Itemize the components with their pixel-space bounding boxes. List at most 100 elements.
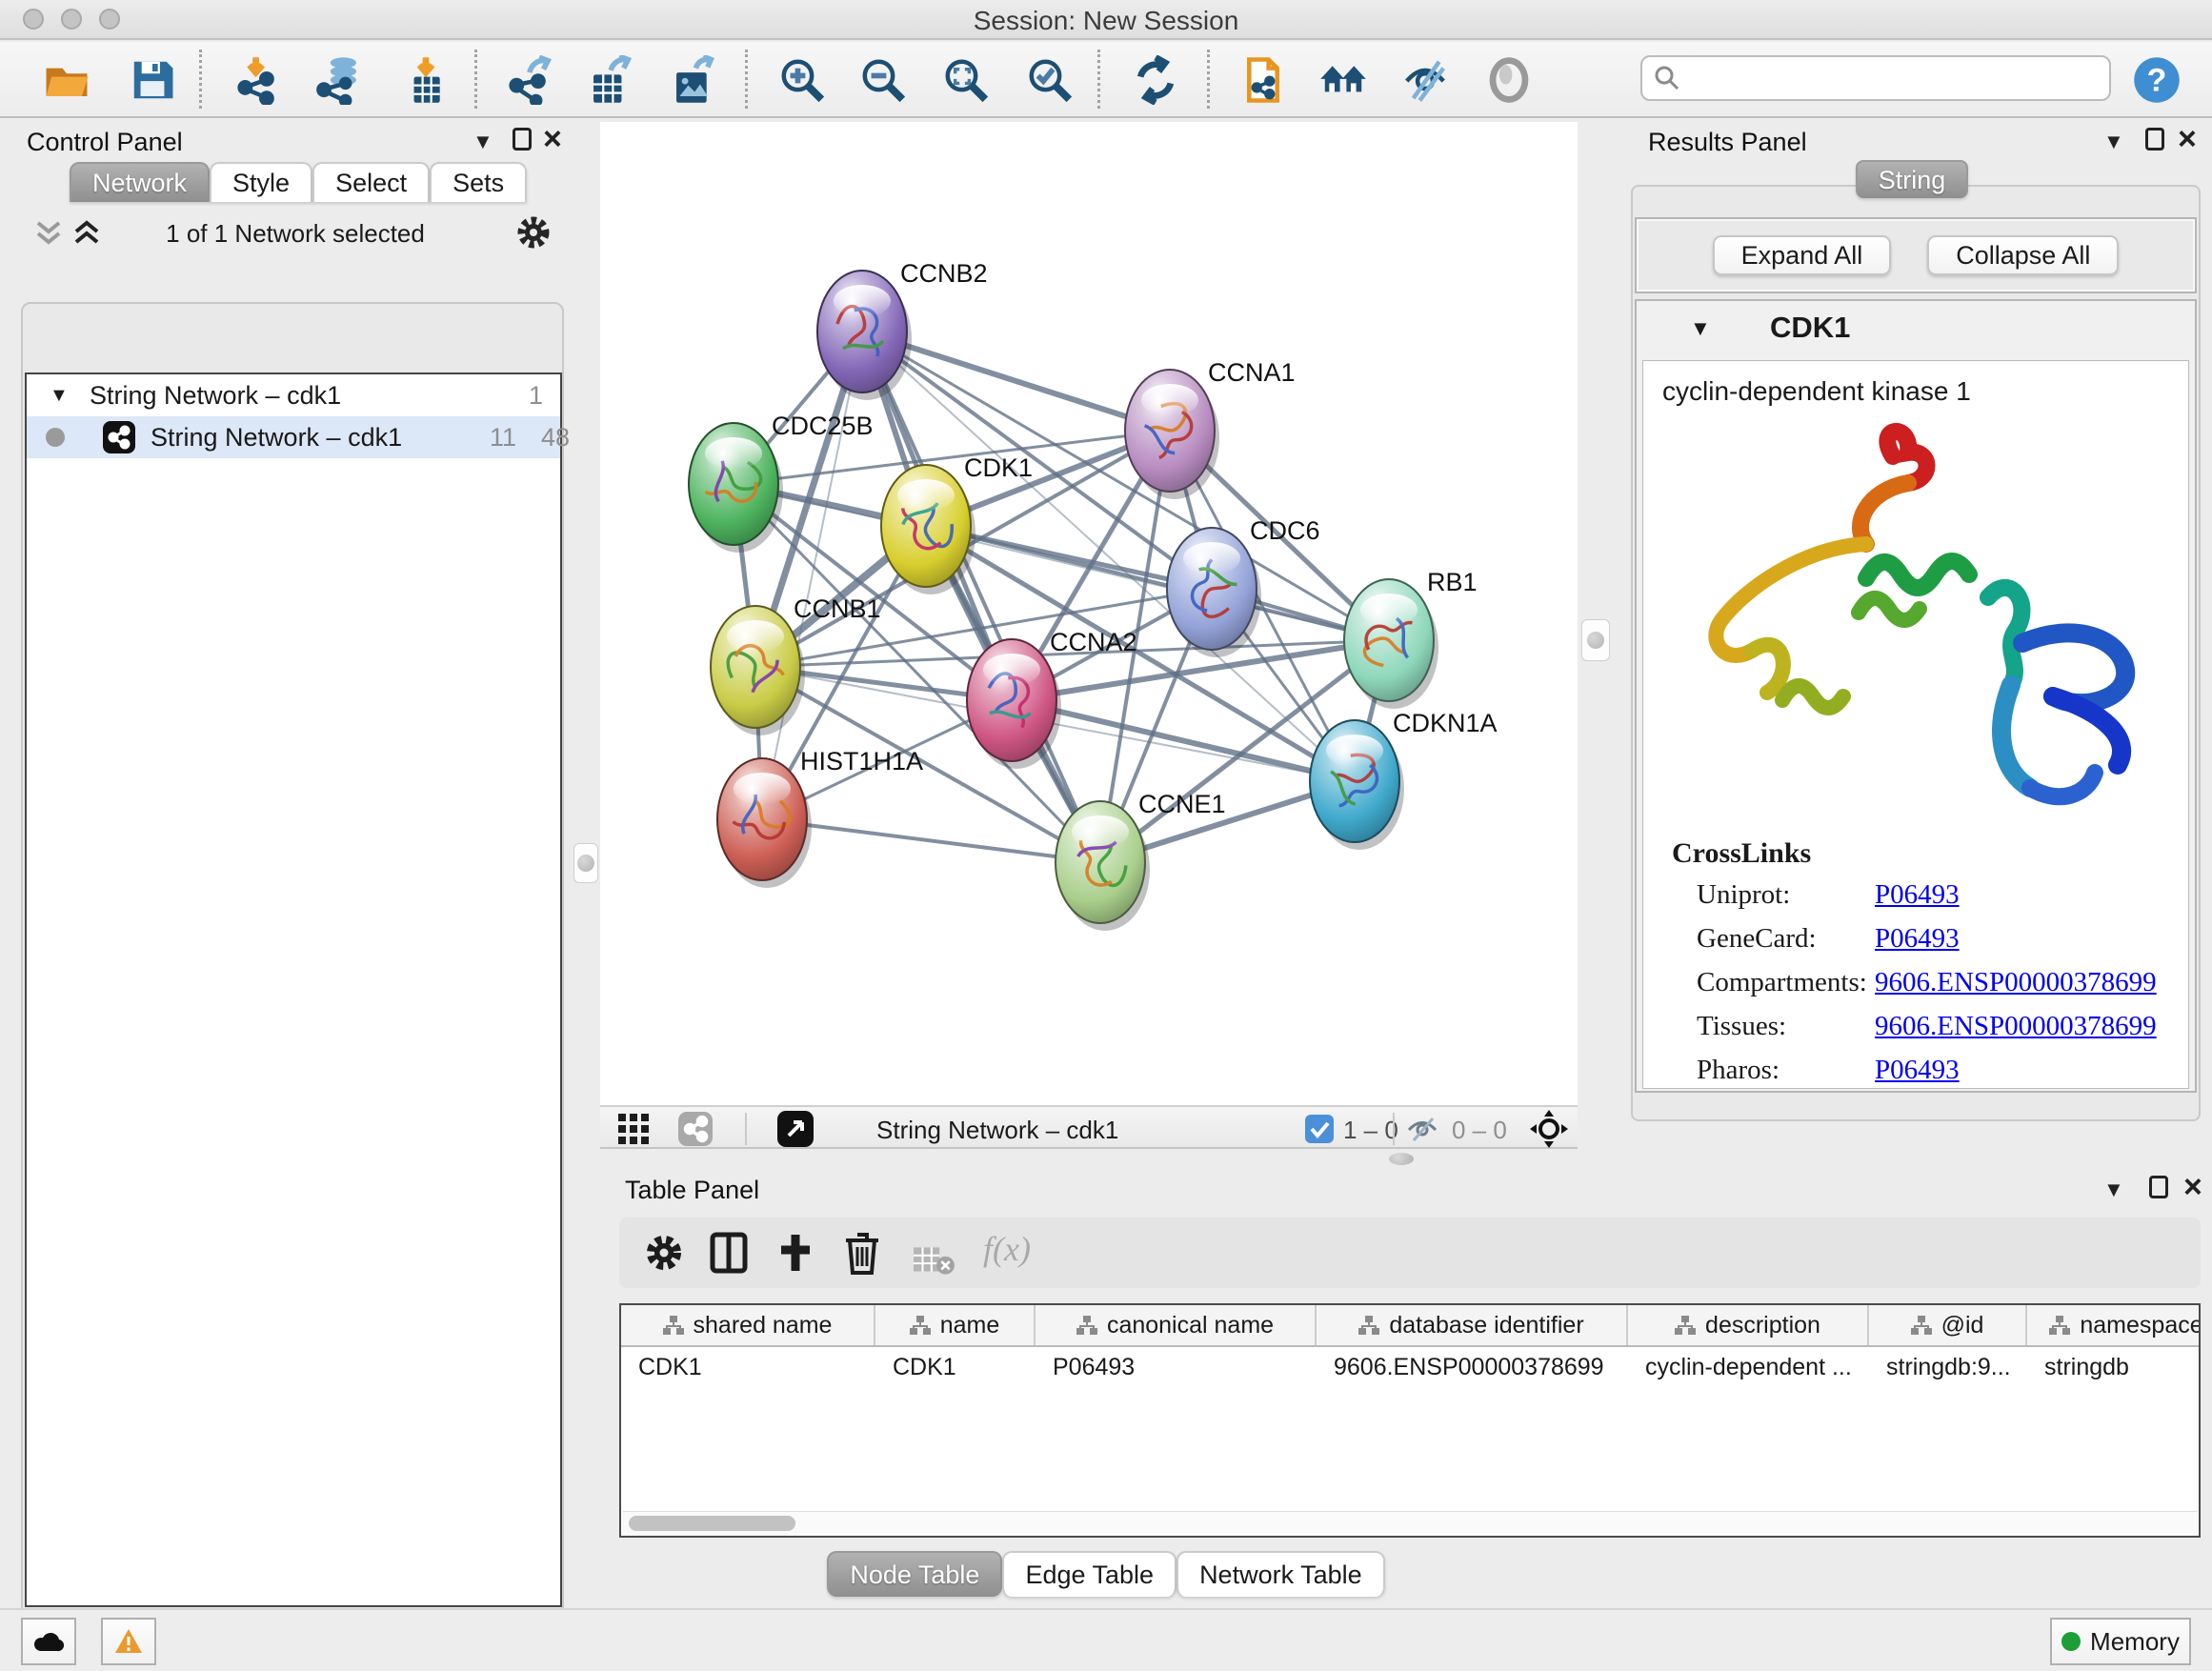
- add-column-icon[interactable]: [774, 1231, 817, 1275]
- network-collection-row[interactable]: ▼ String Network – cdk1 1: [27, 374, 560, 416]
- control-panel-collapse-icon[interactable]: ▼: [473, 130, 493, 154]
- collapse-all-button[interactable]: Collapse All: [1927, 235, 2119, 275]
- crosslinks-list: Uniprot:P06493GeneCard:P06493Compartment…: [1643, 879, 2188, 1098]
- memory-button[interactable]: Memory: [2050, 1618, 2191, 1665]
- export-network-icon[interactable]: [506, 55, 555, 105]
- network-row-selected[interactable]: String Network – cdk1 11 48: [27, 416, 560, 458]
- delete-column-icon[interactable]: [840, 1231, 884, 1275]
- warnings-button[interactable]: [101, 1618, 156, 1665]
- import-network-database-icon[interactable]: [315, 55, 365, 105]
- results-panel-collapse-icon[interactable]: ▼: [2103, 130, 2124, 154]
- tab-style[interactable]: Style: [210, 162, 312, 202]
- zoom-in-icon[interactable]: [777, 55, 827, 105]
- export-as-web-page-icon[interactable]: [1238, 55, 1288, 105]
- open-session-icon[interactable]: [42, 55, 91, 105]
- control-panel-float-icon[interactable]: [513, 128, 532, 151]
- preview-eye-icon[interactable]: [1484, 55, 1534, 105]
- crosslink-link[interactable]: P06493: [1875, 923, 1960, 955]
- zoom-selected-icon[interactable]: [1025, 55, 1075, 105]
- collapse-all-icon[interactable]: [34, 217, 63, 248]
- annotations-toggle-icon[interactable]: [678, 1112, 713, 1146]
- birdseye-toggle-icon[interactable]: [617, 1113, 650, 1145]
- node-RB1[interactable]: RB1: [1344, 568, 1478, 709]
- node-CCNA1[interactable]: CCNA1: [1125, 358, 1296, 499]
- table-panel-float-icon[interactable]: [2149, 1176, 2168, 1198]
- node-HIST1H1A[interactable]: HIST1H1A: [717, 747, 923, 888]
- table-options-gear-icon[interactable]: [642, 1231, 686, 1275]
- tab-string[interactable]: String: [1856, 160, 1969, 198]
- table-cell[interactable]: 9606.ENSP00000378699: [1317, 1354, 1628, 1381]
- tab-network-table[interactable]: Network Table: [1176, 1551, 1385, 1597]
- column-header-@id[interactable]: @id: [1869, 1305, 2027, 1345]
- collection-expander-icon[interactable]: ▼: [50, 385, 69, 407]
- search-field[interactable]: [1640, 55, 2111, 101]
- table-panel-close-icon[interactable]: ×: [2183, 1176, 2202, 1198]
- table-cell[interactable]: CDK1: [621, 1354, 875, 1381]
- expand-all-icon[interactable]: [72, 217, 101, 248]
- tab-node-table[interactable]: Node Table: [827, 1551, 1002, 1597]
- node-CCNE1[interactable]: CCNE1: [1056, 790, 1226, 931]
- save-session-icon[interactable]: [128, 55, 177, 105]
- open-in-window-icon[interactable]: [777, 1111, 814, 1147]
- column-header-description[interactable]: description: [1628, 1305, 1869, 1345]
- tab-network[interactable]: Network: [70, 162, 210, 202]
- toolbar-separator: [199, 50, 202, 109]
- table-cell[interactable]: cyclin-dependent ...: [1628, 1354, 1869, 1381]
- column-header-namespace[interactable]: namespace: [2027, 1305, 2201, 1345]
- search-input[interactable]: [1688, 59, 2098, 97]
- function-builder-icon[interactable]: f(x): [983, 1229, 1031, 1269]
- show-columns-icon[interactable]: [707, 1231, 751, 1275]
- gene-card-expander-icon[interactable]: ▼: [1690, 316, 1711, 341]
- column-header-name[interactable]: name: [875, 1305, 1036, 1345]
- table-panel-collapse-icon[interactable]: ▼: [2103, 1178, 2124, 1202]
- string-home-icon[interactable]: [1318, 55, 1368, 105]
- table-row[interactable]: CDK1CDK1P064939606.ENSP00000378699cyclin…: [621, 1347, 2199, 1387]
- zoom-fit-icon[interactable]: [941, 55, 991, 105]
- export-image-icon[interactable]: [668, 55, 717, 105]
- table-cell[interactable]: P06493: [1036, 1354, 1317, 1381]
- results-panel-close-icon[interactable]: ×: [2178, 128, 2197, 151]
- selected-checkbox-icon[interactable]: [1305, 1115, 1334, 1143]
- import-table-icon[interactable]: [401, 55, 451, 105]
- table-cell[interactable]: stringdb:9...: [1869, 1354, 2027, 1381]
- node-label-CCNA1: CCNA1: [1208, 358, 1296, 387]
- refresh-view-icon[interactable]: [1131, 55, 1180, 105]
- crosslink-link[interactable]: 9606.ENSP00000378699: [1875, 967, 2157, 998]
- table-h-scrollbar[interactable]: [623, 1511, 2197, 1534]
- tab-select[interactable]: Select: [312, 162, 430, 202]
- help-icon[interactable]: ?: [2132, 55, 2182, 105]
- hidden-eye-icon[interactable]: [1406, 1115, 1438, 1143]
- cloud-status-button[interactable]: [21, 1618, 76, 1665]
- results-panel-float-icon[interactable]: [2145, 128, 2164, 151]
- fit-crosshair-icon[interactable]: [1530, 1110, 1568, 1148]
- column-header-canonical-name[interactable]: canonical name: [1036, 1305, 1317, 1345]
- network-options-gear-icon[interactable]: [514, 213, 553, 252]
- table-cell[interactable]: CDK1: [875, 1354, 1036, 1381]
- zoom-out-icon[interactable]: [858, 55, 908, 105]
- node-CCNB2[interactable]: CCNB2: [817, 259, 988, 400]
- delete-table-icon[interactable]: [913, 1238, 956, 1282]
- table-cell[interactable]: stringdb: [2027, 1354, 2201, 1381]
- edge-HIST1H1A-CCNE1[interactable]: [762, 819, 1100, 862]
- edge-CCNB2-CCNE1[interactable]: [862, 332, 1100, 862]
- expand-all-button[interactable]: Expand All: [1713, 235, 1892, 275]
- crosslink-link[interactable]: 9606.ENSP00000378699: [1875, 1011, 2157, 1042]
- column-header-shared-name[interactable]: shared name: [621, 1305, 875, 1345]
- left-splitter-handle[interactable]: [573, 843, 598, 883]
- tab-sets[interactable]: Sets: [430, 162, 527, 202]
- column-header-database-identifier[interactable]: database identifier: [1317, 1305, 1628, 1345]
- import-network-file-icon[interactable]: [234, 55, 284, 105]
- network-canvas[interactable]: CCNB2CCNA1CDC25BCDK1CDC6RB1CCNB1CCNA2CDK…: [600, 122, 1578, 1105]
- scrollbar-thumb[interactable]: [629, 1516, 795, 1531]
- table-toolbar: f(x): [619, 1218, 2201, 1288]
- control-panel-close-icon[interactable]: ×: [543, 128, 562, 151]
- node-CDKN1A[interactable]: CDKN1A: [1310, 709, 1498, 850]
- crosslink-link[interactable]: P06493: [1875, 879, 1960, 911]
- tab-edge-table[interactable]: Edge Table: [1002, 1551, 1176, 1597]
- node-CCNA2[interactable]: CCNA2: [967, 628, 1137, 769]
- node-CCNB1[interactable]: CCNB1: [711, 594, 881, 735]
- hide-selected-icon[interactable]: [1400, 55, 1450, 105]
- right-splitter-handle[interactable]: [1581, 619, 1610, 661]
- crosslink-link[interactable]: P06493: [1875, 1055, 1960, 1086]
- export-table-icon[interactable]: [585, 55, 634, 105]
